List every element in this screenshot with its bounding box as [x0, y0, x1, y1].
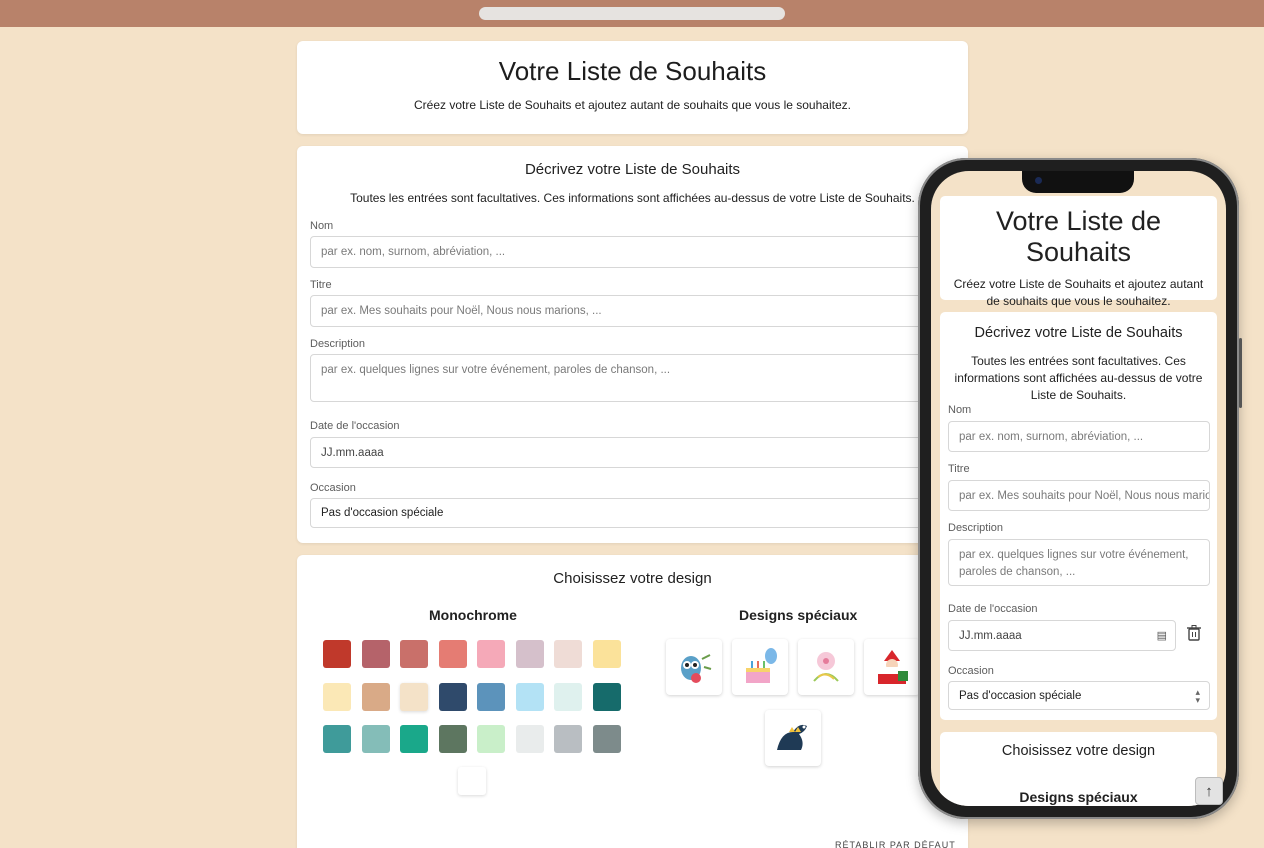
- select-arrows-icon: ▴ ▾: [1195, 687, 1200, 705]
- phone-describe-card: Décrivez votre Liste de Souhaits Toutes …: [940, 312, 1217, 720]
- reset-default-button[interactable]: RÉTABLIR PAR DÉFAUT: [835, 840, 956, 848]
- trash-icon[interactable]: [1187, 625, 1201, 646]
- phone-date-placeholder: JJ.mm.aaaa: [959, 629, 1022, 642]
- color-swatch[interactable]: [592, 640, 621, 668]
- color-swatch[interactable]: [592, 682, 621, 711]
- phone-occasion-select[interactable]: Pas d'occasion spéciale ▴ ▾: [948, 681, 1210, 710]
- phone-describe-intro: Toutes les entrées sont facultatives. Ce…: [954, 354, 1203, 402]
- color-swatch[interactable]: [438, 725, 467, 753]
- phone-design-title: Choisissez votre design: [1001, 743, 1156, 759]
- url-handle: [479, 7, 785, 20]
- special-designs-title: Designs spéciaux: [739, 607, 858, 623]
- color-swatch[interactable]: [477, 640, 505, 668]
- occasion-value: Pas d'occasion spéciale: [321, 507, 444, 519]
- arrow-up-icon: ↑: [1205, 782, 1213, 800]
- color-swatch[interactable]: [438, 682, 467, 711]
- color-swatch[interactable]: [554, 640, 582, 668]
- color-swatch[interactable]: [515, 725, 544, 753]
- phone-occasion-label: Occasion: [948, 665, 994, 677]
- color-swatch[interactable]: [477, 725, 505, 753]
- owl-design-icon[interactable]: [666, 639, 722, 695]
- date-label: Date de l'occasion: [310, 420, 400, 432]
- phone-page-title: Votre Liste de Souhaits: [995, 206, 1162, 267]
- name-placeholder: par ex. nom, surnom, abréviation, ...: [321, 246, 506, 258]
- phone-screen: Votre Liste de Souhaits Créez votre List…: [931, 171, 1226, 806]
- color-swatch[interactable]: [323, 682, 351, 711]
- phone-title-label: Titre: [948, 463, 970, 475]
- phone-preview: Votre Liste de Souhaits Créez votre List…: [918, 158, 1242, 819]
- name-field[interactable]: par ex. nom, surnom, abréviation, ...: [310, 236, 950, 268]
- color-swatch[interactable]: [458, 767, 486, 795]
- title-label: Titre: [310, 279, 332, 291]
- color-swatch[interactable]: [361, 682, 390, 711]
- color-swatch[interactable]: [361, 640, 390, 668]
- phone-header-card: Votre Liste de Souhaits Créez votre List…: [940, 196, 1217, 308]
- phone-name-placeholder: par ex. nom, surnom, abréviation, ...: [959, 430, 1144, 443]
- phone-date-field[interactable]: JJ.mm.aaaa ▤: [948, 620, 1176, 651]
- phone-calendar-icon[interactable]: ▤: [1157, 629, 1167, 642]
- phone-description-placeholder: par ex. quelques lignes sur votre événem…: [959, 549, 1189, 578]
- color-swatch[interactable]: [400, 682, 428, 711]
- color-swatch[interactable]: [477, 682, 505, 711]
- page-title: Votre Liste de Souhaits: [498, 56, 767, 86]
- color-swatch[interactable]: [361, 725, 390, 753]
- color-swatch[interactable]: [554, 682, 582, 711]
- color-swatch[interactable]: [592, 725, 621, 753]
- phone-name-field[interactable]: par ex. nom, surnom, abréviation, ...: [948, 421, 1210, 452]
- describe-title: Décrivez votre Liste de Souhaits: [524, 161, 741, 178]
- color-swatch[interactable]: [323, 725, 351, 753]
- title-placeholder: par ex. Mes souhaits pour Noël, Nous nou…: [321, 305, 602, 317]
- camera-icon: [1035, 177, 1042, 184]
- occasion-select[interactable]: Pas d'occasion spéciale: [310, 498, 950, 528]
- header-card: Votre Liste de Souhaits Créez votre List…: [297, 41, 968, 134]
- phone-name-label: Nom: [948, 404, 972, 416]
- color-swatch[interactable]: [400, 640, 428, 668]
- phone-occasion-value: Pas d'occasion spéciale: [959, 689, 1082, 702]
- date-field[interactable]: JJ.mm.aaaa ▤: [310, 437, 950, 468]
- describe-card: Décrivez votre Liste de Souhaits Toutes …: [297, 146, 968, 543]
- monochrome-title: Monochrome: [429, 607, 517, 623]
- design-card: Choisissez votre design: [297, 555, 968, 848]
- description-label: Description: [310, 338, 366, 350]
- date-placeholder: JJ.mm.aaaa: [321, 446, 384, 459]
- occasion-label: Occasion: [310, 482, 356, 494]
- phone-side-button: [1239, 338, 1242, 408]
- flower-design-icon[interactable]: [798, 639, 854, 695]
- scroll-to-top-button[interactable]: ↑: [1195, 777, 1223, 805]
- phone-title-field[interactable]: par ex. Mes souhaits pour Noël, Nous nou…: [948, 480, 1210, 511]
- color-swatch[interactable]: [438, 640, 467, 668]
- title-field[interactable]: par ex. Mes souhaits pour Noël, Nous nou…: [310, 295, 950, 327]
- top-bar: [0, 0, 1264, 27]
- color-swatch[interactable]: [515, 640, 544, 668]
- name-label: Nom: [310, 220, 334, 232]
- phone-describe-title: Décrivez votre Liste de Souhaits: [974, 325, 1183, 341]
- color-swatch[interactable]: [515, 682, 544, 711]
- description-placeholder: par ex. quelques lignes sur votre événem…: [321, 364, 671, 376]
- phone-description-label: Description: [948, 522, 1004, 534]
- phone-title-placeholder: par ex. Mes souhaits pour Noël, Nous nou…: [959, 489, 1209, 502]
- description-field[interactable]: par ex. quelques lignes sur votre événem…: [310, 354, 950, 402]
- birthday-cake-design-icon[interactable]: [732, 639, 788, 695]
- phone-page-subtitle: Créez votre Liste de Souhaits et ajoutez…: [953, 277, 1204, 308]
- phone-notch: [1022, 171, 1134, 193]
- color-swatch[interactable]: [323, 640, 351, 668]
- santa-design-icon[interactable]: [864, 639, 920, 695]
- phone-special-designs-title: Designs spéciaux: [1019, 789, 1138, 805]
- phone-description-field[interactable]: par ex. quelques lignes sur votre événem…: [948, 539, 1210, 586]
- describe-intro: Toutes les entrées sont facultatives. Ce…: [350, 191, 915, 205]
- phone-design-card: Choisissez votre design Designs spéciaux: [940, 732, 1217, 806]
- color-swatch[interactable]: [400, 725, 428, 753]
- page-subtitle: Créez votre Liste de Souhaits et ajoutez…: [414, 98, 851, 112]
- design-title: Choisissez votre design: [553, 570, 712, 587]
- color-swatch[interactable]: [554, 725, 582, 753]
- phone-date-label: Date de l'occasion: [948, 603, 1038, 615]
- dinosaur-design-icon[interactable]: [765, 710, 821, 766]
